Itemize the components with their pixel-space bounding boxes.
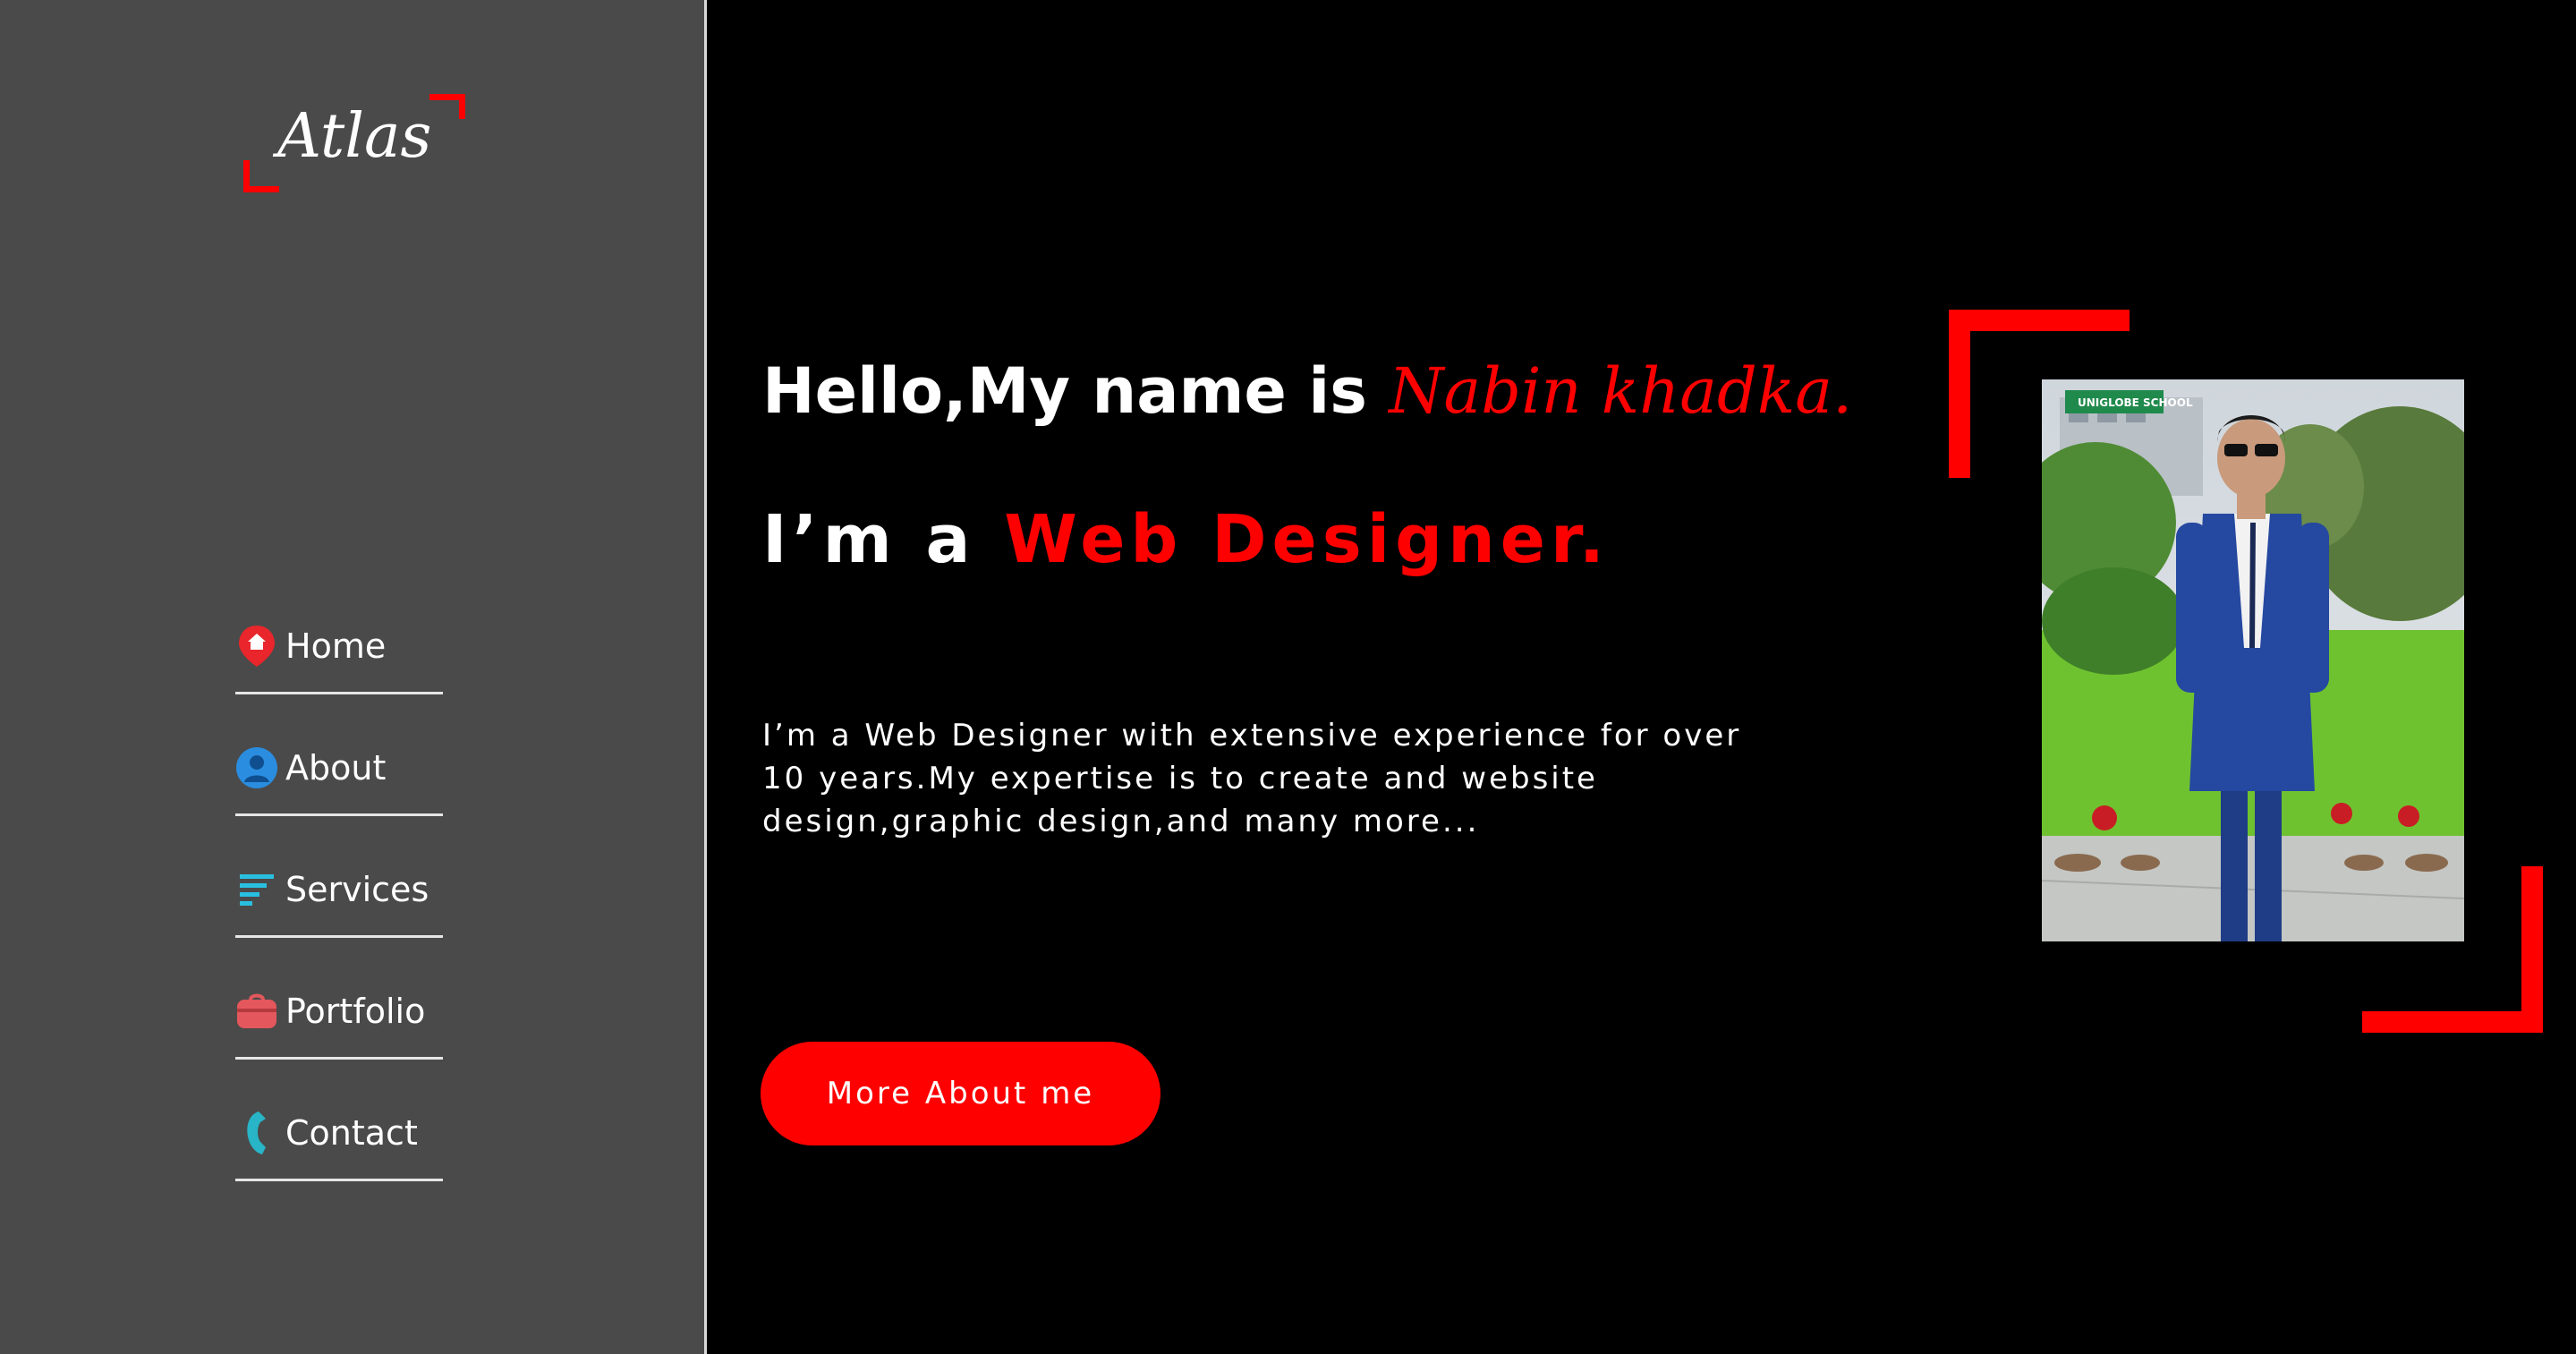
logo-bracket-bottom-left bbox=[243, 160, 279, 192]
user-icon bbox=[235, 746, 278, 789]
sidebar: Atlas Home About Services Portfolio Cont… bbox=[0, 0, 707, 1354]
phone-icon bbox=[235, 1111, 278, 1154]
hero-greeting: Hello,My name is Nabin khadka. bbox=[762, 354, 1852, 428]
role-prefix: I’m a bbox=[762, 501, 976, 578]
hero-description: I’m a Web Designer with extensive experi… bbox=[762, 718, 1742, 839]
nav-label-about: About bbox=[285, 747, 387, 788]
list-icon bbox=[235, 868, 278, 911]
nav-label-contact: Contact bbox=[285, 1112, 418, 1153]
logo[interactable]: Atlas bbox=[242, 94, 465, 192]
photo-sign: UNIGLOBE SCHOOL bbox=[2078, 396, 2193, 409]
nav-item-portfolio[interactable]: Portfolio bbox=[235, 938, 443, 1060]
nav-label-home: Home bbox=[285, 626, 387, 666]
greeting-text: Hello,My name is bbox=[762, 354, 1367, 428]
logo-bracket-top-right bbox=[429, 94, 465, 119]
nav-item-services[interactable]: Services bbox=[235, 816, 443, 938]
role-title: Web Designer. bbox=[1004, 501, 1611, 578]
hero-role: I’m a Web Designer. bbox=[762, 501, 1610, 578]
page: Atlas Home About Services Portfolio Cont… bbox=[0, 0, 2576, 1354]
profile-photo: UNIGLOBE SCHOOL bbox=[2042, 379, 2464, 941]
hero-name: Nabin khadka. bbox=[1389, 354, 1853, 428]
nav-item-about[interactable]: About bbox=[235, 694, 443, 816]
home-pin-icon bbox=[235, 625, 278, 668]
sidebar-nav: Home About Services Portfolio Contact bbox=[235, 573, 443, 1181]
briefcase-icon bbox=[235, 990, 278, 1033]
nav-item-contact[interactable]: Contact bbox=[235, 1060, 443, 1181]
nav-label-services: Services bbox=[285, 869, 429, 909]
nav-item-home[interactable]: Home bbox=[235, 573, 443, 694]
nav-label-portfolio: Portfolio bbox=[285, 991, 426, 1031]
logo-text: Atlas bbox=[277, 101, 432, 172]
more-about-me-button[interactable]: More About me bbox=[761, 1042, 1160, 1145]
